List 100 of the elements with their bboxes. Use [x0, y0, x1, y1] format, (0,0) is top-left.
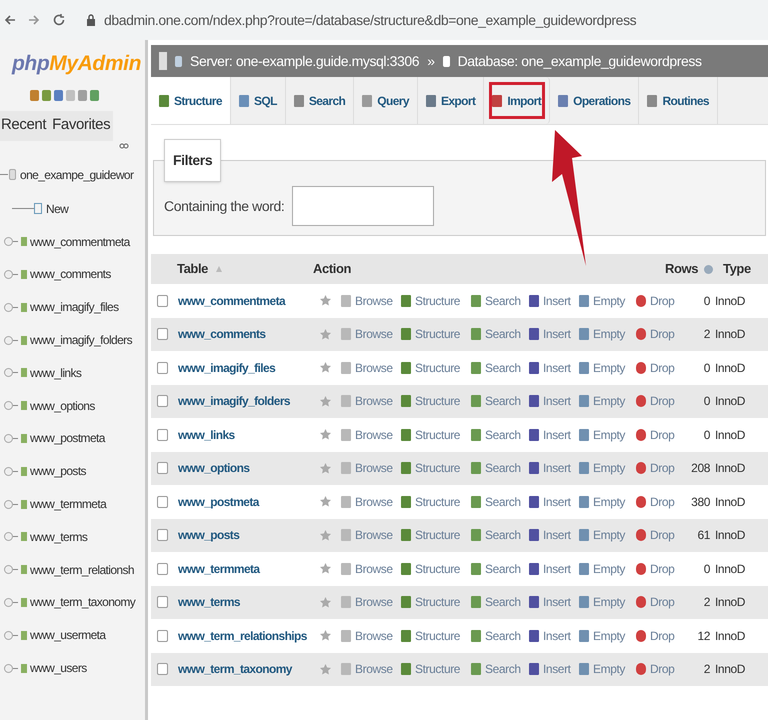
star-icon[interactable] [320, 362, 331, 374]
row-checkbox[interactable] [157, 496, 168, 508]
action-link[interactable]: Browse [341, 325, 401, 344]
phpmyadmin-logo[interactable]: phpMyAdmin [0, 40, 145, 80]
tree-item[interactable]: www_imagify_files [30, 298, 118, 316]
star-icon[interactable] [320, 496, 331, 508]
action-link[interactable]: Search [471, 358, 529, 377]
sidebar-tab[interactable]: Recent [0, 110, 50, 140]
collapse-handle-icon[interactable] [159, 52, 167, 70]
action-link[interactable]: Browse [341, 593, 401, 612]
action-link[interactable]: Structure [401, 392, 471, 410]
action-link[interactable]: Empty [579, 325, 636, 344]
action-link[interactable]: Structure [401, 325, 471, 344]
action-link[interactable]: Insert [529, 560, 579, 578]
tree-item[interactable]: www_postmeta [30, 429, 105, 448]
star-icon[interactable] [320, 630, 331, 642]
row-checkbox[interactable] [157, 630, 168, 642]
tree-item[interactable]: www_commentmeta [30, 232, 130, 251]
star-icon[interactable] [320, 396, 331, 407]
action-link[interactable]: Insert [529, 426, 579, 444]
action-link[interactable]: Search [471, 526, 529, 544]
breadcrumb-link[interactable]: Server: one-example.guide.mysql:3306 [190, 50, 420, 72]
table-name-link[interactable]: www_links [178, 426, 318, 444]
action-link[interactable]: Browse [341, 392, 401, 410]
table-name-link[interactable]: www_postmeta [178, 492, 318, 511]
action-link[interactable]: Empty [579, 358, 636, 377]
action-link[interactable]: Browse [341, 660, 401, 678]
action-link[interactable]: Browse [341, 492, 401, 511]
tree-item[interactable]: www_usermeta [30, 626, 106, 644]
action-link[interactable]: Browse [341, 526, 401, 544]
action-link[interactable]: Structure [401, 560, 471, 578]
action-link[interactable]: Drop [636, 626, 680, 645]
tree-item[interactable]: www_terms [30, 528, 88, 546]
action-link[interactable]: Structure [401, 626, 471, 645]
row-checkbox[interactable] [157, 663, 168, 676]
star-icon[interactable] [320, 462, 331, 474]
action-link[interactable]: Drop [636, 459, 680, 478]
tree-label[interactable]: one_exampe_guidewor [20, 166, 134, 184]
action-link[interactable]: Structure [401, 526, 471, 544]
action-link[interactable]: Structure [401, 459, 471, 478]
forward-icon[interactable] [28, 14, 40, 26]
action-link[interactable]: Insert [529, 325, 579, 344]
row-checkbox[interactable] [157, 596, 168, 608]
action-link[interactable]: Insert [529, 492, 579, 511]
action-link[interactable]: Insert [529, 660, 579, 678]
action-link[interactable]: Drop [636, 526, 680, 544]
star-icon[interactable] [320, 328, 331, 340]
action-link[interactable]: Empty [579, 560, 636, 578]
expand-icon[interactable] [4, 466, 13, 476]
action-link[interactable]: Drop [636, 593, 680, 612]
action-link[interactable]: Browse [341, 358, 401, 377]
action-link[interactable]: Empty [579, 593, 636, 612]
table-name-link[interactable]: www_commentmeta [178, 292, 318, 310]
table-name-link[interactable]: www_terms [178, 593, 318, 612]
tab[interactable]: Structure [151, 77, 231, 124]
table-name-link[interactable]: www_options [178, 459, 318, 478]
tree-item[interactable]: www_term_relationsh [30, 560, 134, 579]
action-link[interactable]: Structure [401, 292, 471, 310]
action-link[interactable]: Structure [401, 426, 471, 444]
action-link[interactable]: Structure [401, 660, 471, 678]
action-link[interactable]: Browse [341, 426, 401, 444]
sidebar-tab[interactable]: Favorites [49, 110, 114, 140]
action-link[interactable]: Search [471, 560, 529, 578]
breadcrumb-link[interactable]: Database: one_example_guidewordpress [458, 50, 702, 72]
column-header[interactable]: Table [177, 259, 295, 279]
action-link[interactable]: Drop [636, 325, 680, 344]
action-link[interactable]: Drop [636, 426, 680, 444]
table-name-link[interactable]: www_posts [178, 526, 318, 544]
tree-item[interactable]: www_users [30, 659, 87, 678]
tree-item[interactable]: www_links [30, 364, 82, 382]
action-link[interactable]: Drop [636, 660, 680, 678]
expand-icon[interactable] [4, 368, 13, 378]
table-name-link[interactable]: www_term_taxonomy [178, 660, 318, 678]
tree-item[interactable]: New [46, 200, 68, 218]
action-link[interactable]: Drop [636, 492, 680, 511]
row-checkbox[interactable] [157, 462, 168, 474]
action-link[interactable]: Insert [529, 626, 579, 645]
reload-icon[interactable] [52, 13, 66, 27]
row-checkbox[interactable] [157, 328, 168, 340]
action-link[interactable]: Structure [401, 593, 471, 612]
expand-icon[interactable] [4, 302, 13, 312]
expand-icon[interactable] [4, 630, 13, 640]
action-link[interactable]: Search [471, 292, 529, 310]
expand-icon[interactable] [4, 434, 13, 443]
action-link[interactable]: Search [471, 426, 529, 444]
table-name-link[interactable]: www_imagify_files [178, 358, 318, 377]
tree-item[interactable]: www_imagify_folders [30, 331, 132, 350]
expand-icon[interactable] [4, 401, 13, 410]
row-checkbox[interactable] [157, 428, 168, 441]
expand-icon[interactable] [4, 237, 13, 246]
action-link[interactable]: Drop [636, 292, 680, 310]
action-link[interactable]: Browse [341, 560, 401, 578]
expand-icon[interactable] [4, 664, 13, 673]
action-link[interactable]: Structure [401, 358, 471, 377]
filter-input[interactable] [292, 186, 434, 226]
action-link[interactable]: Browse [341, 626, 401, 645]
row-checkbox[interactable] [157, 395, 168, 408]
action-link[interactable]: Search [471, 392, 529, 410]
star-icon[interactable] [320, 295, 331, 306]
action-link[interactable]: Empty [579, 660, 636, 678]
